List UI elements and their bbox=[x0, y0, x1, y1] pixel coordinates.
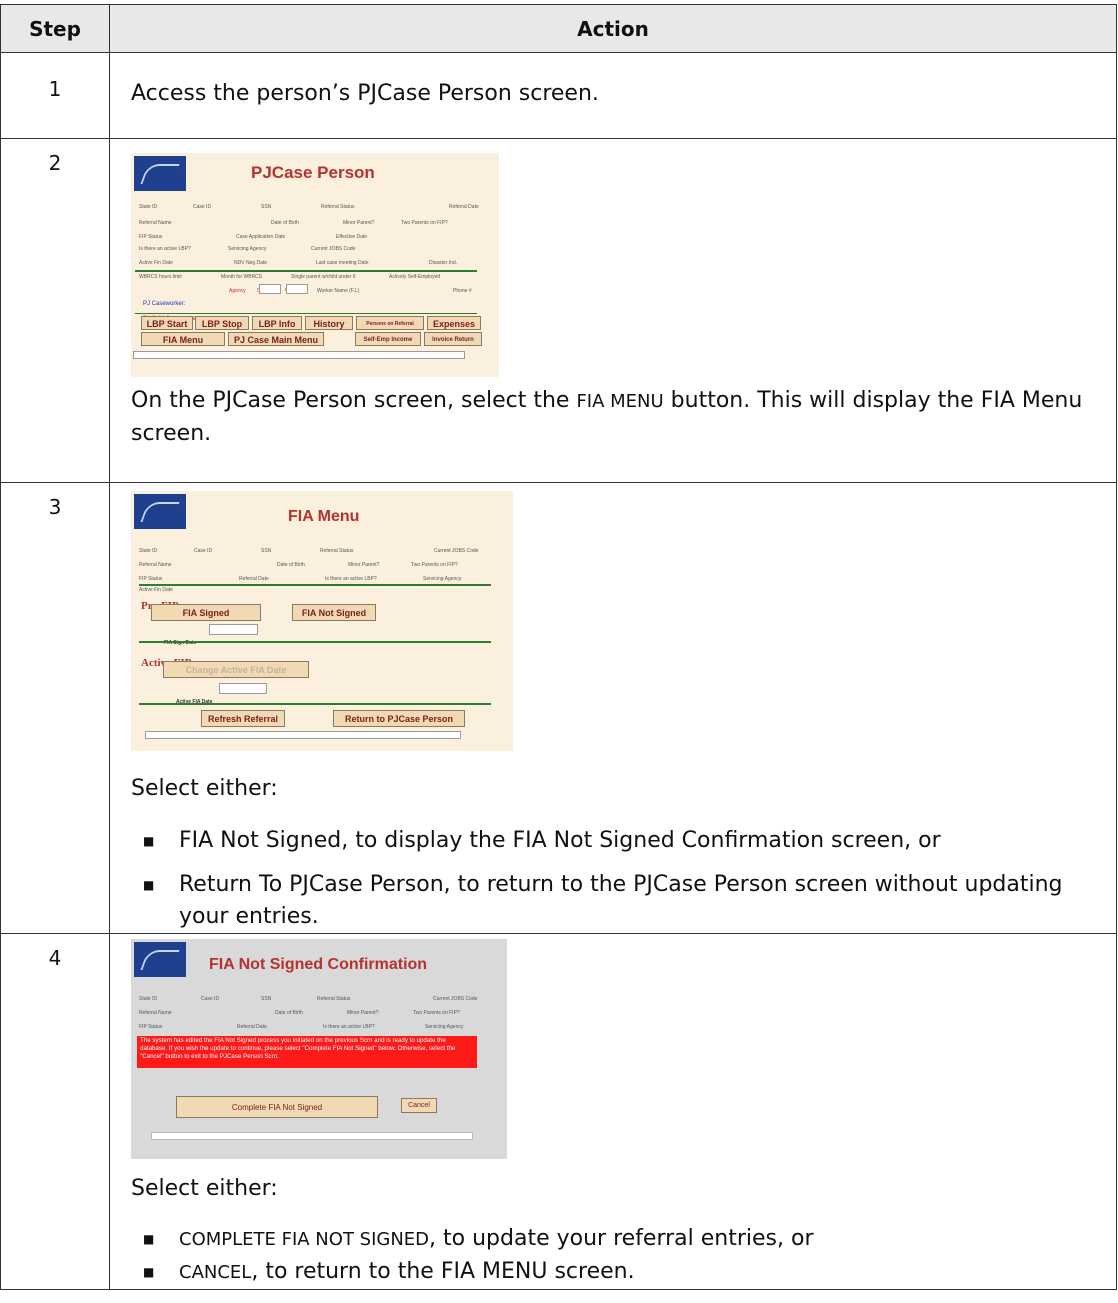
column-header: Phone # bbox=[453, 288, 472, 294]
step-number: 2 bbox=[0, 138, 110, 483]
agency-field[interactable] bbox=[259, 284, 281, 294]
status-bar bbox=[145, 731, 461, 739]
button-reference: CANCEL bbox=[179, 1262, 252, 1283]
text: , to return to the FIA MENU screen. bbox=[251, 1259, 635, 1284]
logo-icon bbox=[134, 156, 186, 191]
table-row: 1 Access the person’s PJCase Person scre… bbox=[0, 52, 1117, 139]
lbp-info-button[interactable]: LBP Info bbox=[252, 316, 302, 330]
fia-menu-button[interactable]: FIA Menu bbox=[141, 332, 225, 346]
list-item: ■ CANCEL, to return to the FIA MENU scree… bbox=[131, 1256, 1096, 1289]
expenses-button[interactable]: Expenses bbox=[427, 316, 481, 330]
divider bbox=[139, 641, 491, 643]
text: , to update your referral entries, or bbox=[429, 1226, 814, 1251]
action-text: Access the person’s PJCase Person screen… bbox=[131, 81, 599, 106]
intro-text: Select either: bbox=[131, 776, 278, 801]
fia-not-signed-button[interactable]: FIA Not Signed bbox=[292, 604, 376, 621]
procedure-table: Step Action 1 Access the person’s PJCase… bbox=[0, 4, 1117, 1290]
bullet-icon: ■ bbox=[143, 834, 155, 848]
list-item-text: COMPLETE FIA NOT SIGNED, to update your … bbox=[179, 1223, 1096, 1256]
screen-title: PJCase Person bbox=[251, 163, 375, 182]
field-label: Two Parents on FIP? bbox=[401, 220, 448, 226]
field-label: Is there an active LBP? bbox=[325, 576, 377, 582]
action-cell: Access the person’s PJCase Person screen… bbox=[109, 52, 1117, 139]
field-label: Referral Date bbox=[239, 576, 269, 582]
field-label: SSN bbox=[261, 204, 272, 210]
refresh-referral-button[interactable]: Refresh Referral bbox=[201, 710, 285, 727]
header-row: Step Action bbox=[0, 4, 1117, 53]
return-to-pjcase-person-button[interactable]: Return to PJCase Person bbox=[333, 710, 465, 727]
cancel-button[interactable]: Cancel bbox=[401, 1098, 437, 1113]
history-button[interactable]: History bbox=[305, 316, 353, 330]
field-label: Case ID bbox=[201, 996, 220, 1002]
button-reference: COMPLETE FIA NOT SIGNED bbox=[179, 1229, 430, 1250]
logo-icon bbox=[134, 942, 186, 977]
fia-sign-date-field[interactable] bbox=[209, 624, 258, 635]
fia-signed-button[interactable]: FIA Signed bbox=[151, 604, 261, 621]
bullet-icon: ■ bbox=[143, 1265, 155, 1279]
field-label: Case ID bbox=[194, 548, 213, 554]
field-label: Date of Birth bbox=[277, 562, 305, 568]
screen-title: FIA Not Signed Confirmation bbox=[209, 956, 428, 973]
invoice-return-button[interactable]: Invoice Return bbox=[424, 332, 482, 346]
column-header: Agency bbox=[229, 288, 246, 294]
step-header: Step bbox=[0, 4, 110, 53]
table-row: 3 FIA Menu State ID Case ID SSN Referral… bbox=[0, 482, 1117, 934]
step-number: 4 bbox=[0, 933, 110, 1290]
change-active-fia-date-button[interactable]: Change Active FIA Date bbox=[163, 661, 309, 678]
table-row: 2 PJCase Person State ID Case ID SSN Ref… bbox=[0, 138, 1117, 483]
text: On the PJCase Person screen, select the bbox=[131, 388, 577, 413]
step-number: 1 bbox=[0, 52, 110, 139]
active-fia-date-field[interactable] bbox=[219, 683, 267, 694]
divider bbox=[139, 703, 491, 705]
action-text: On the PJCase Person screen, select the … bbox=[131, 385, 1096, 450]
lbp-stop-button[interactable]: LBP Stop bbox=[195, 316, 249, 330]
table-row: 4 FIA Not Signed Confirmation State ID C… bbox=[0, 933, 1117, 1290]
action-cell: FIA Not Signed Confirmation State ID Cas… bbox=[109, 933, 1117, 1290]
bullet-icon: ■ bbox=[143, 1232, 155, 1246]
divider bbox=[135, 313, 477, 314]
field-label: Actively Self-Employed bbox=[389, 274, 441, 280]
button-reference: FIA MENU bbox=[576, 391, 664, 412]
list-item: ■ FIA Not Signed, to display the FIA Not … bbox=[131, 825, 1096, 857]
self-emp-income-button[interactable]: Self-Emp Income bbox=[355, 332, 421, 346]
action-cell: PJCase Person State ID Case ID SSN Refer… bbox=[109, 138, 1117, 483]
step-number: 3 bbox=[0, 482, 110, 934]
fia-menu-screenshot: FIA Menu State ID Case ID SSN Referral S… bbox=[131, 491, 513, 751]
field-label: Case ID bbox=[193, 204, 212, 210]
field-label: Date of Birth bbox=[275, 1010, 303, 1016]
logo-icon bbox=[134, 494, 186, 529]
alert-message: The system has edited the FIA Not Signed… bbox=[137, 1036, 477, 1068]
divider bbox=[135, 270, 477, 272]
county-field[interactable] bbox=[286, 284, 308, 294]
list-item-text: FIA Not Signed, to display the FIA Not S… bbox=[179, 828, 941, 853]
pjcase-person-screenshot: PJCase Person State ID Case ID SSN Refer… bbox=[131, 153, 499, 377]
list-item: ■ Return To PJCase Person, to return to t… bbox=[131, 869, 1096, 933]
column-header: Worker Name (F,L) bbox=[317, 288, 360, 294]
screen-title: FIA Menu bbox=[288, 508, 360, 525]
lbp-start-button[interactable]: LBP Start bbox=[141, 316, 193, 330]
list-item: ■ COMPLETE FIA NOT SIGNED, to update your… bbox=[131, 1223, 1096, 1256]
list-item-text: Return To PJCase Person, to return to th… bbox=[179, 872, 1063, 929]
list-item-text: CANCEL, to return to the FIA MENU screen… bbox=[179, 1256, 1096, 1289]
field-label: Referral Date bbox=[449, 204, 479, 210]
action-cell: FIA Menu State ID Case ID SSN Referral S… bbox=[109, 482, 1117, 934]
fia-not-signed-confirmation-screenshot: FIA Not Signed Confirmation State ID Cas… bbox=[131, 939, 507, 1159]
persons-on-referral-button[interactable]: Persons on Referral bbox=[356, 316, 424, 330]
complete-fia-not-signed-button[interactable]: Complete FIA Not Signed bbox=[176, 1096, 378, 1118]
action-header: Action bbox=[109, 4, 1117, 53]
intro-text: Select either: bbox=[131, 1176, 278, 1201]
bullet-icon: ■ bbox=[143, 878, 155, 892]
pj-case-main-menu-button[interactable]: PJ Case Main Menu bbox=[228, 332, 324, 346]
status-bar bbox=[133, 351, 465, 359]
status-bar bbox=[151, 1132, 473, 1140]
divider bbox=[139, 584, 491, 586]
field-label: Servicing Agency bbox=[423, 576, 462, 582]
